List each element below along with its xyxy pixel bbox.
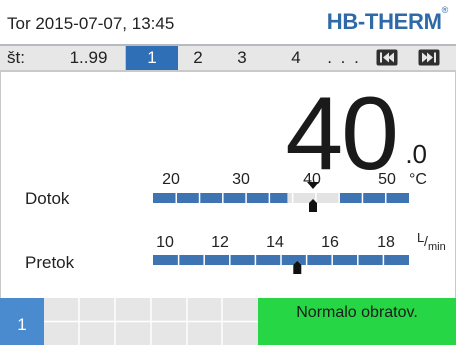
brand-name: HB-THERM [326, 9, 442, 34]
header: Tor 2015-07-07, 13:45 HB-THERM® [0, 0, 456, 46]
tab-unit-1[interactable]: 1 [126, 46, 178, 70]
unit-tab-row: št: 1..99 1 2 3 4 . . . [0, 46, 456, 72]
active-unit-indicator[interactable]: 1 [0, 298, 44, 345]
tab-unit-2[interactable]: 2 [182, 46, 214, 70]
skip-forward-button[interactable] [418, 49, 440, 66]
registered-mark: ® [441, 5, 449, 15]
main-display: 40 .0 Dotok 20 30 40 50 °C Pretok 10 12 … [0, 72, 456, 298]
status-bar: 1 Normalo obratov. [0, 298, 456, 345]
brand-logo: HB-THERM® [326, 5, 449, 35]
temperature-decimal: .0 [405, 139, 427, 169]
skip-forward-icon [418, 49, 440, 66]
status-message: Normalo obratov. [258, 298, 456, 345]
skip-back-icon [376, 49, 398, 66]
unit-number-label: št: [7, 48, 25, 67]
setpoint-marker [307, 182, 319, 189]
flow-gauge [153, 255, 409, 274]
skip-back-button[interactable] [376, 49, 398, 66]
tab-range[interactable]: 1..99 [52, 46, 126, 70]
tab-unit-4[interactable]: 4 [280, 46, 312, 70]
tab-more[interactable]: . . . [322, 46, 366, 70]
date-time: Tor 2015-07-07, 13:45 [7, 14, 175, 33]
gauge-track [153, 193, 409, 203]
controller-screen: Tor 2015-07-07, 13:45 HB-THERM® št: 1..9… [0, 0, 456, 345]
supply-gauge [153, 182, 409, 212]
unit-status-grid [44, 298, 258, 345]
tab-unit-3[interactable]: 3 [226, 46, 258, 70]
